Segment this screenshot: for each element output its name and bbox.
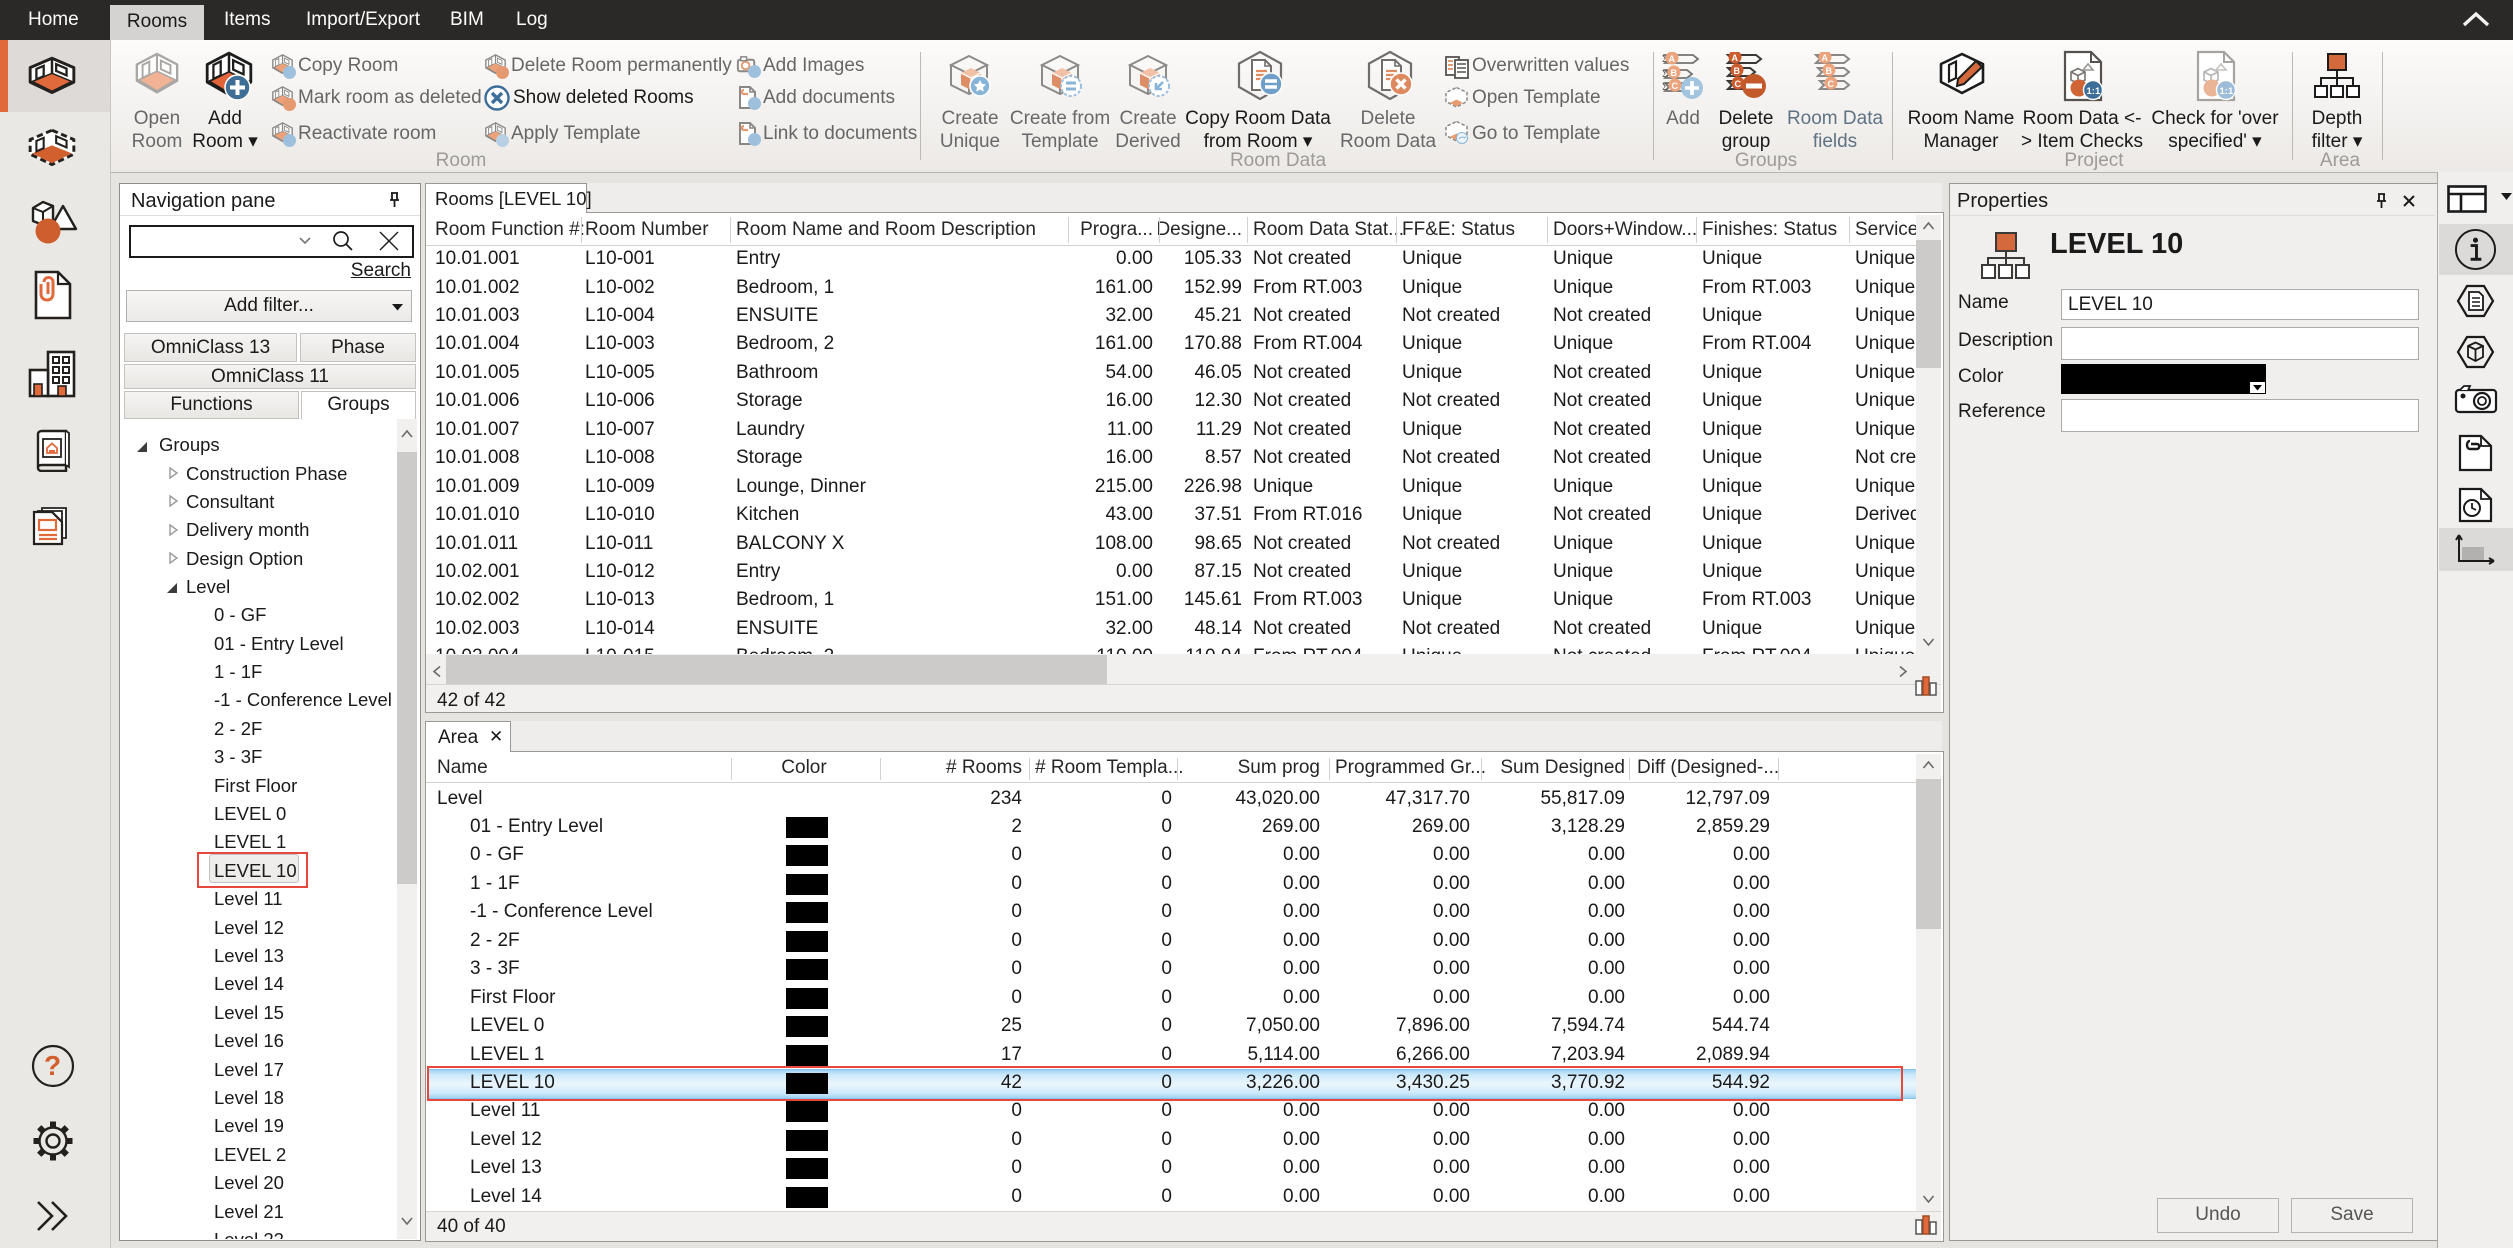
svg-text:C: C — [1735, 79, 1742, 89]
svg-text:B: B — [1671, 68, 1678, 78]
svg-text:1:1: 1:1 — [2087, 86, 2101, 97]
svg-text:1:1: 1:1 — [2220, 86, 2234, 97]
svg-text:?: ? — [44, 1050, 61, 1081]
svg-text:A: A — [1732, 53, 1739, 63]
svg-text:B: B — [1826, 66, 1833, 76]
svg-text:C: C — [1672, 81, 1679, 91]
svg-text:Σ: Σ — [1662, 68, 1668, 80]
svg-text:A: A — [1822, 53, 1829, 63]
svg-text:Σ: Σ — [1662, 81, 1668, 93]
svg-text:B: B — [1734, 66, 1741, 76]
svg-text:A: A — [1669, 54, 1676, 64]
svg-text:C: C — [1828, 79, 1835, 89]
